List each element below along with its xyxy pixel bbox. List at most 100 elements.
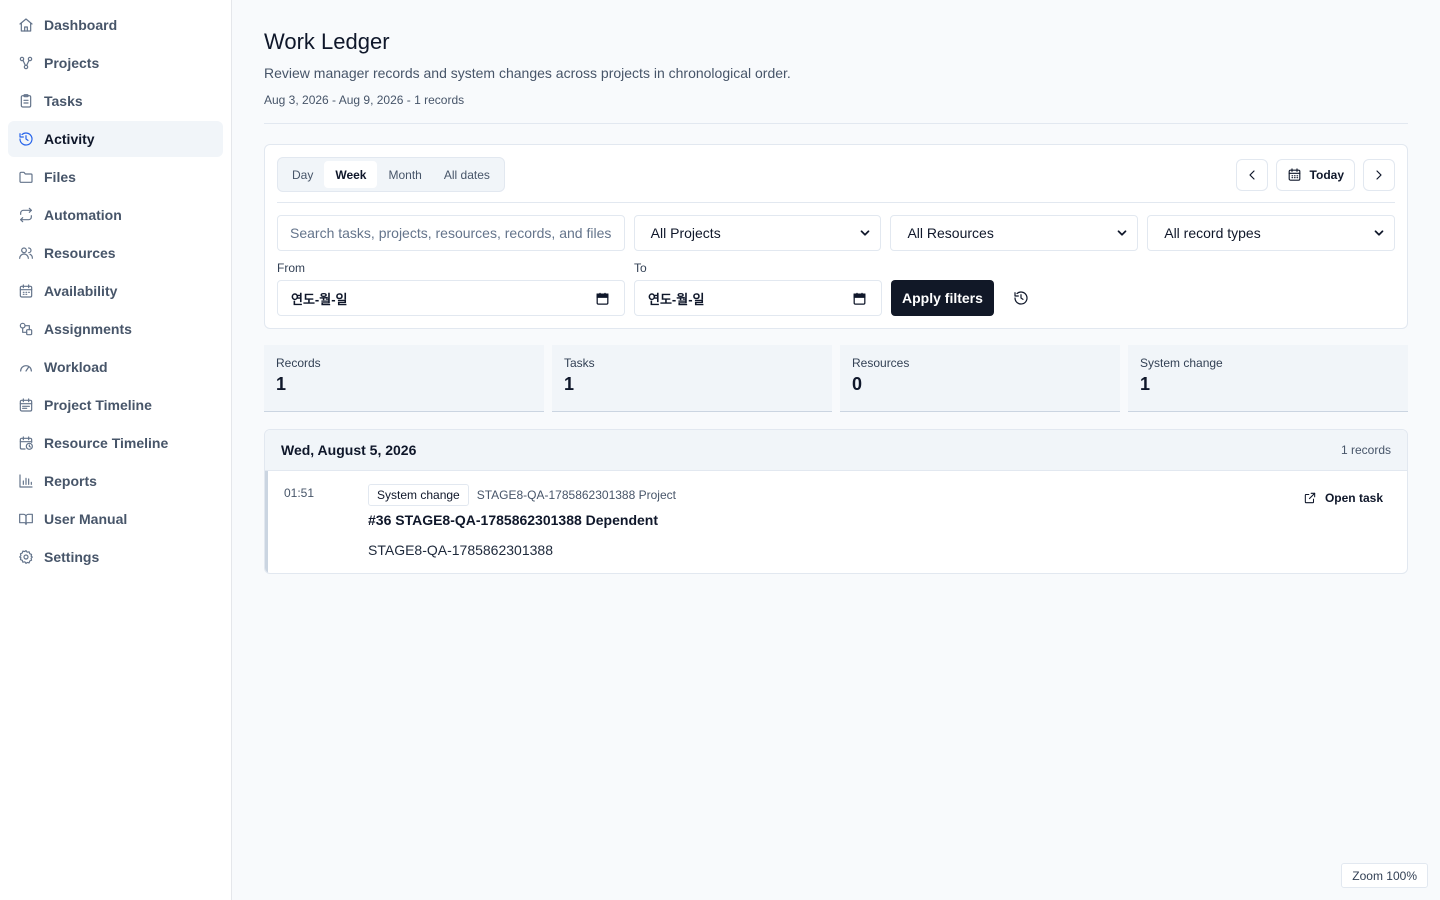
book-icon: [18, 511, 34, 527]
from-label: From: [277, 261, 305, 275]
calendar-icon: [1288, 168, 1300, 181]
record-group: Wed, August 5, 2026 1 records 01:51 Syst…: [264, 429, 1408, 574]
record-description: STAGE8-QA-1785862301388: [368, 542, 553, 558]
sidebar-item-label: Resource Timeline: [44, 435, 169, 451]
gear-icon: [18, 549, 34, 565]
sidebar-item-workload[interactable]: Workload: [8, 349, 223, 385]
project-select[interactable]: All Projects: [633, 215, 882, 251]
sidebar-item-label: User Manual: [44, 511, 128, 527]
shapes-icon: [18, 321, 34, 337]
from-date-value: 연도-월-일: [291, 291, 348, 307]
sidebar: Dashboard Projects Tasks Activity Files …: [0, 0, 232, 900]
folder-icon: [18, 169, 34, 185]
record-item: 01:51 System change STAGE8-QA-1785862301…: [265, 471, 1407, 573]
tab-all-dates[interactable]: All dates: [433, 161, 501, 188]
calendar-clock-icon: [18, 435, 34, 451]
stat-value: 0: [852, 374, 863, 394]
sidebar-item-label: Automation: [44, 207, 122, 223]
page-title: Work Ledger: [264, 29, 390, 54]
stat-tasks: Tasks 1: [552, 345, 832, 412]
calendar-range-icon: [18, 397, 34, 413]
sidebar-item-automation[interactable]: Automation: [8, 197, 223, 233]
bar-chart-icon: [18, 473, 34, 489]
record-type-select[interactable]: All record types: [1147, 215, 1396, 251]
stat-label: Tasks: [564, 356, 595, 370]
sidebar-item-label: Files: [44, 169, 76, 185]
stat-value: 1: [276, 374, 287, 394]
sidebar-item-resource-timeline[interactable]: Resource Timeline: [8, 425, 223, 461]
resource-select-value: All Resources: [907, 225, 994, 241]
zoom-indicator[interactable]: Zoom 100%: [1341, 863, 1428, 888]
sidebar-item-availability[interactable]: Availability: [8, 273, 223, 309]
record-title: #36 STAGE8-QA-1785862301388 Dependent: [368, 512, 658, 528]
to-date-input[interactable]: 연도-월-일: [634, 280, 882, 316]
calendar-icon[interactable]: [595, 291, 610, 306]
to-label: To: [634, 261, 647, 275]
group-count: 1 records: [1340, 443, 1391, 457]
open-task-button[interactable]: Open task: [1303, 491, 1383, 505]
open-task-label: Open task: [1324, 491, 1383, 505]
search-input[interactable]: Search tasks, projects, resources, recor…: [277, 215, 625, 251]
sidebar-item-label: Tasks: [44, 93, 83, 109]
users-icon: [18, 245, 34, 261]
project-network-icon: [18, 55, 34, 71]
sidebar-item-project-timeline[interactable]: Project Timeline: [8, 387, 223, 423]
chevron-right-icon: [1376, 169, 1382, 180]
today-label: Today: [1309, 167, 1344, 182]
chevron-down-icon: [1374, 230, 1384, 236]
from-date-input[interactable]: 연도-월-일: [277, 280, 625, 316]
gauge-icon: [18, 359, 34, 375]
today-button[interactable]: Today: [1275, 158, 1355, 191]
reset-filters-button[interactable]: [1003, 280, 1039, 316]
sidebar-item-dashboard[interactable]: Dashboard: [8, 7, 223, 43]
stat-label: Records: [276, 356, 321, 370]
calendar-icon[interactable]: [852, 291, 867, 306]
sidebar-item-activity[interactable]: Activity: [8, 121, 223, 157]
next-period-button[interactable]: [1363, 158, 1395, 191]
record-type-select-value: All record types: [1164, 225, 1261, 241]
search-placeholder: Search tasks, projects, resources, recor…: [290, 225, 612, 241]
stat-value: 1: [564, 374, 575, 394]
tab-week[interactable]: Week: [324, 161, 378, 188]
divider: [277, 202, 1395, 203]
resource-select[interactable]: All Resources: [890, 215, 1139, 251]
stat-label: System change: [1140, 356, 1223, 370]
sidebar-item-label: Workload: [44, 359, 108, 375]
stat-value: 1: [1140, 374, 1151, 394]
sidebar-item-files[interactable]: Files: [8, 159, 223, 195]
stat-records: Records 1: [264, 345, 544, 412]
sidebar-item-label: Assignments: [44, 321, 132, 337]
sidebar-item-projects[interactable]: Projects: [8, 45, 223, 81]
tab-day[interactable]: Day: [281, 161, 324, 188]
stat-resources: Resources 0: [840, 345, 1120, 412]
sidebar-item-resources[interactable]: Resources: [8, 235, 223, 271]
stats-row: Records 1 Tasks 1 Resources 0 System cha…: [264, 345, 1408, 412]
sidebar-item-assignments[interactable]: Assignments: [8, 311, 223, 347]
sidebar-item-user-manual[interactable]: User Manual: [8, 501, 223, 537]
sidebar-item-label: Settings: [44, 549, 100, 565]
record-time: 01:51: [284, 486, 315, 500]
date-range-summary: Aug 3, 2026 - Aug 9, 2026 - 1 records: [264, 93, 465, 107]
record-type-badge: System change: [368, 484, 469, 506]
chevron-down-icon: [861, 230, 870, 236]
sidebar-item-label: Dashboard: [44, 17, 118, 33]
sidebar-item-label: Resources: [44, 245, 116, 261]
sidebar-item-label: Activity: [44, 131, 95, 147]
record-project: STAGE8-QA-1785862301388 Project: [476, 488, 676, 502]
tab-month[interactable]: Month: [377, 161, 432, 188]
record-group-header: Wed, August 5, 2026 1 records: [265, 430, 1407, 471]
chevron-down-icon: [1117, 230, 1127, 236]
repeat-icon: [18, 207, 34, 223]
project-select-value: All Projects: [650, 225, 721, 241]
page-subtitle: Review manager records and system change…: [264, 65, 791, 81]
divider: [264, 123, 1408, 124]
sidebar-item-reports[interactable]: Reports: [8, 463, 223, 499]
apply-filters-button[interactable]: Apply filters: [891, 280, 994, 316]
previous-period-button[interactable]: [1235, 158, 1268, 191]
chevron-left-icon: [1248, 169, 1255, 180]
main-content: Work Ledger Review manager records and s…: [232, 0, 1440, 900]
home-icon: [18, 17, 34, 33]
sidebar-item-tasks[interactable]: Tasks: [8, 83, 223, 119]
sidebar-item-settings[interactable]: Settings: [8, 539, 223, 575]
history-icon: [1014, 291, 1028, 305]
